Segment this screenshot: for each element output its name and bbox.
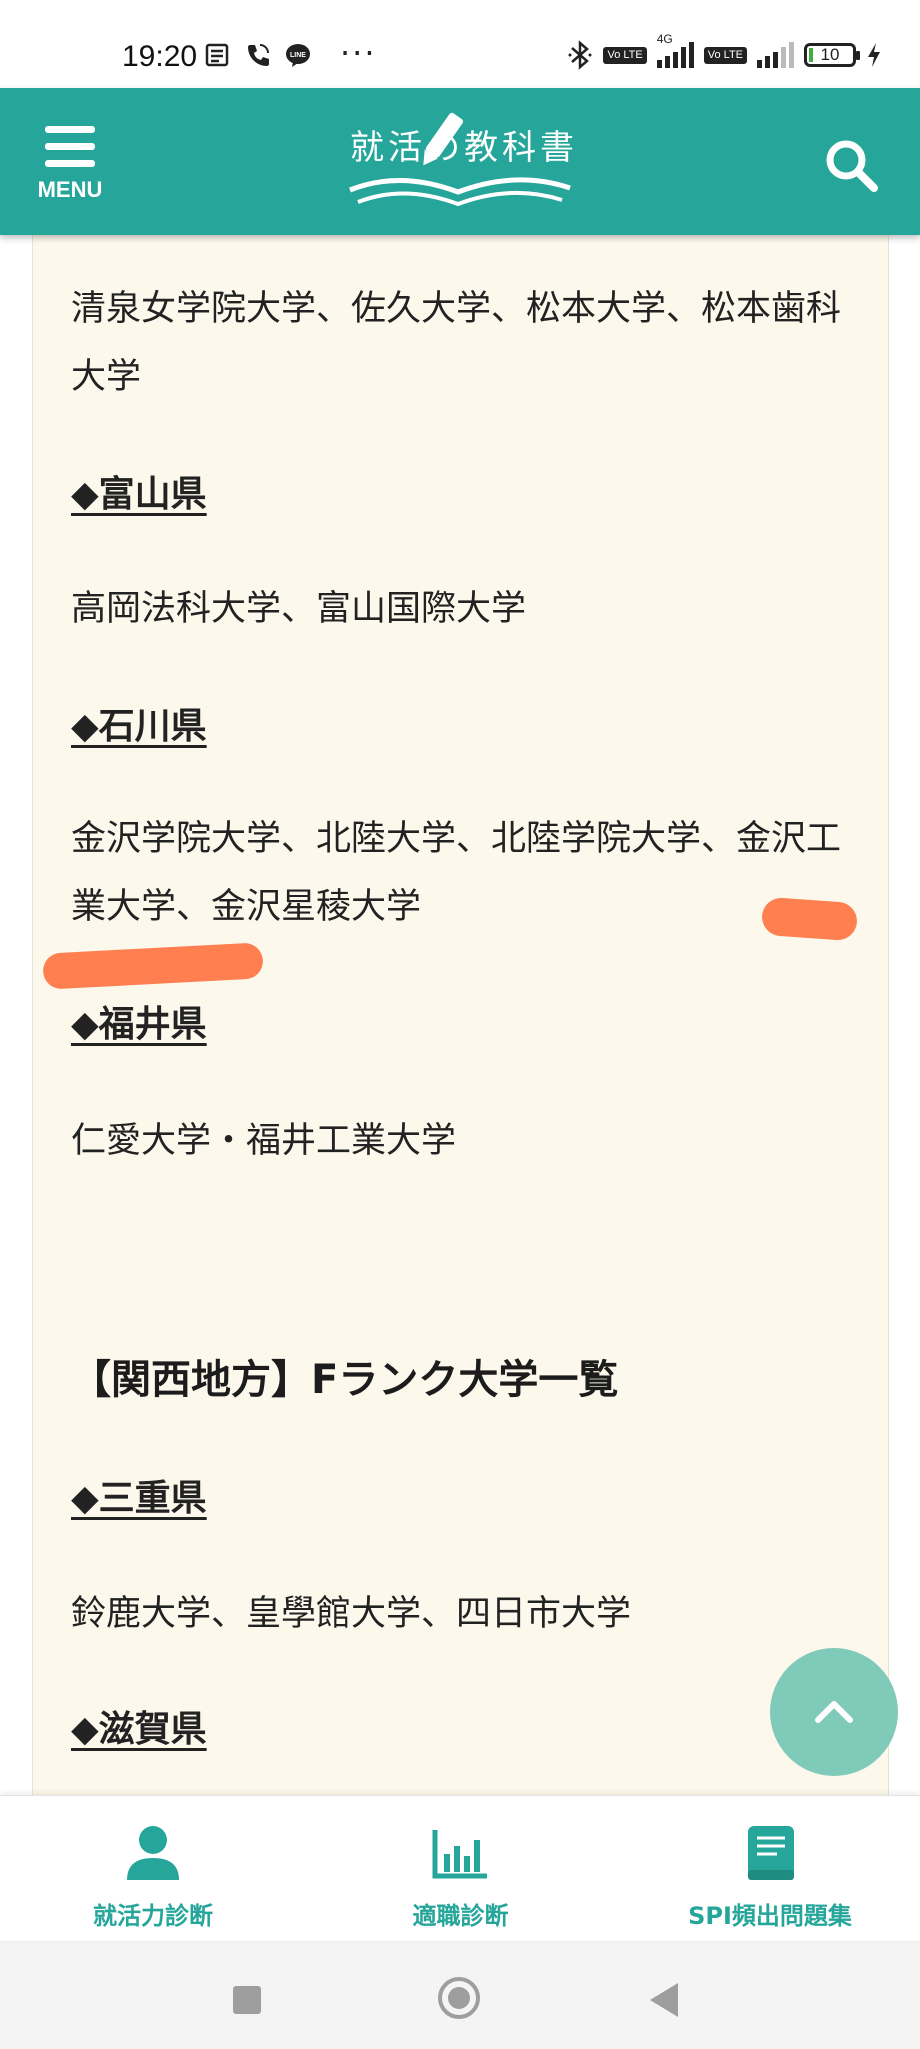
nav-item-spi-questions[interactable]: SPI頻出問題集 <box>685 1824 855 1931</box>
chevron-up-icon <box>815 1701 853 1723</box>
status-bar: 19:20 LINE ··· Vo LTE 4G Vo LTE 10 <box>0 0 920 88</box>
bottom-navigation: 就活力診断 適職診断 SPI頻出問題集 <box>0 1795 920 1941</box>
clock: 19:20 <box>122 40 198 73</box>
person-icon <box>127 1826 179 1880</box>
battery-icon: 10 <box>804 43 860 67</box>
charging-icon <box>868 43 880 67</box>
logo-text: 就活の教科書 <box>350 128 578 168</box>
battery-level: 10 <box>820 45 840 64</box>
news-icon <box>205 43 229 67</box>
recent-apps-icon[interactable] <box>233 1986 261 2014</box>
svg-text:LINE: LINE <box>290 52 306 59</box>
nav-label: 適職診断 <box>412 1902 509 1930</box>
menu-icon-line <box>45 143 95 150</box>
prefecture-heading-mie: ◆三重県 <box>71 1478 207 1519</box>
book-icon <box>748 1826 794 1880</box>
menu-button[interactable]: MENU <box>35 126 105 203</box>
paragraph-fukui: 仁愛大学・福井工業大学 <box>71 1121 457 1161</box>
prefecture-heading-fukui: ◆福井県 <box>71 1004 207 1045</box>
paragraph-mie: 鈴鹿大学、皇學館大学、四日市大学 <box>71 1594 632 1634</box>
home-icon[interactable] <box>438 1977 480 2019</box>
signal-icon <box>757 42 794 68</box>
back-icon[interactable] <box>650 1983 678 2017</box>
scroll-to-top-button[interactable] <box>770 1648 898 1776</box>
bar-chart-icon <box>432 1830 487 1879</box>
paragraph-nagano-continued: 清泉女学院大学、佐久大学、松本大学、松本歯科大学 <box>71 289 842 397</box>
4g-signal-icon: 4G <box>656 32 694 68</box>
network-type-label: 4G <box>656 32 673 46</box>
paragraph-toyama: 高岡法科大学、富山国際大学 <box>71 589 527 629</box>
paragraph-ishikawa: 金沢学院大学、北陸大学、北陸学院大学、金沢工業大学、金沢星稜大学 <box>71 819 842 927</box>
system-navigation-bar <box>0 1940 920 2049</box>
system-icons: Vo LTE 4G Vo LTE 10 <box>567 32 882 70</box>
menu-label: MENU <box>37 177 103 202</box>
nav-label: SPI頻出問題集 <box>688 1902 852 1930</box>
volte-icon: Vo LTE <box>603 46 647 64</box>
overflow-dots: ··· <box>340 34 377 72</box>
menu-icon-line <box>45 160 95 167</box>
phone-call-icon <box>248 44 269 66</box>
section-heading-kansai: 【関西地方】Fランク大学一覧 <box>71 1357 619 1403</box>
volte-icon-2: Vo LTE <box>703 46 747 64</box>
nav-item-aptitude-diagnosis[interactable]: 適職診断 <box>403 1824 518 1931</box>
nav-item-job-skill-diagnosis[interactable]: 就活力診断 <box>88 1824 218 1931</box>
article-content: 清泉女学院大学、佐久大学、松本大学、松本歯科大学 ◆富山県 高岡法科大学、富山国… <box>32 235 889 1795</box>
bluetooth-icon <box>568 40 592 70</box>
site-logo[interactable]: 就活の教科書 <box>340 108 580 218</box>
nav-label: 就活力診断 <box>93 1902 213 1930</box>
search-icon[interactable] <box>822 136 880 194</box>
prefecture-heading-shiga: ◆滋賀県 <box>71 1709 207 1750</box>
notification-icons: LINE <box>205 42 311 68</box>
menu-icon-line <box>45 126 95 133</box>
prefecture-heading-toyama: ◆富山県 <box>71 474 207 515</box>
marker-scribble <box>760 896 859 942</box>
line-app-icon: LINE <box>286 44 310 67</box>
prefecture-heading-ishikawa: ◆石川県 <box>71 706 207 747</box>
site-header: MENU 就活の教科書 <box>0 88 920 235</box>
